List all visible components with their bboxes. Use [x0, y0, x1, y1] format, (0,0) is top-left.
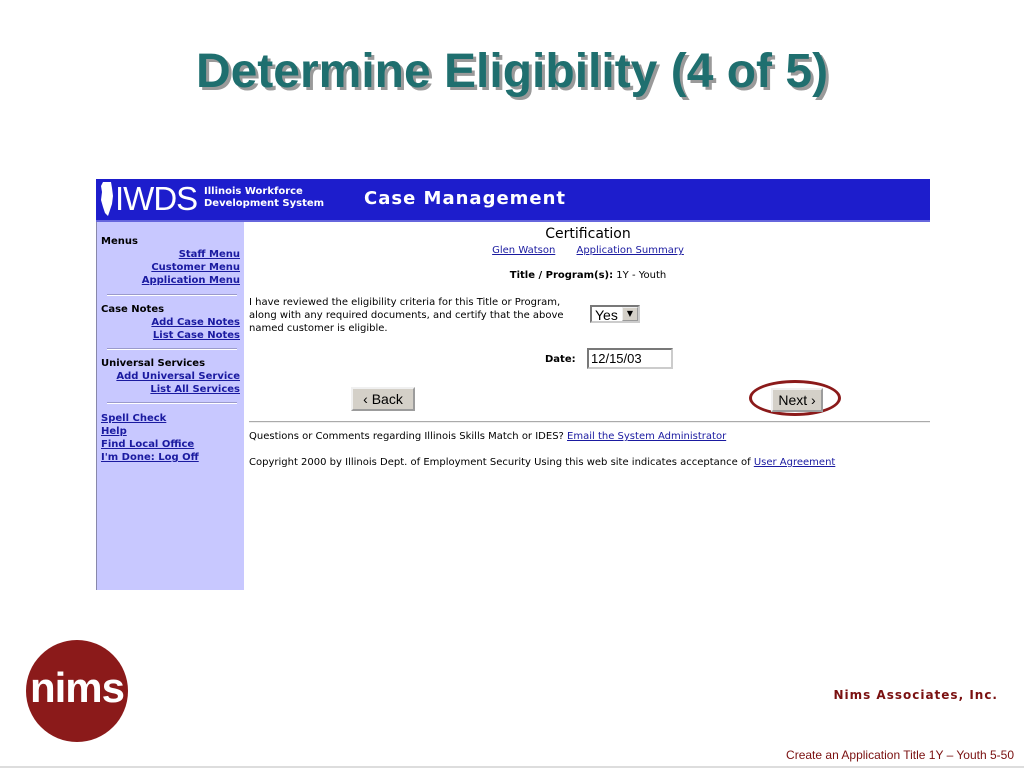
date-input[interactable]: 12/15/03	[587, 348, 673, 369]
program-value: 1Y - Youth	[616, 270, 667, 281]
case-management-heading: Case Management	[364, 188, 567, 209]
chevron-down-icon[interactable]: ▼	[622, 307, 638, 321]
nims-logo-text: nims	[29, 664, 125, 711]
illinois-state-icon	[101, 182, 113, 216]
sidebar-add-case-notes-link[interactable]: Add Case Notes	[151, 317, 240, 328]
sidebar-spell-check-link[interactable]: Spell Check	[101, 413, 166, 424]
certification-statement: I have reviewed the eligibility criteria…	[249, 297, 564, 334]
certify-select[interactable]: Yes ▼	[590, 305, 640, 323]
slide-title: Determine Eligibility (4 of 5)	[195, 45, 829, 98]
slide-footer-caption: Create an Application Title 1Y – Youth 5…	[786, 748, 1014, 762]
company-name: Nims Associates, Inc.	[833, 688, 998, 702]
questions-line: Questions or Comments regarding Illinois…	[249, 431, 726, 442]
sidebar-universal-services-heading: Universal Services	[101, 358, 206, 369]
sidebar-find-local-office-link[interactable]: Find Local Office	[101, 439, 194, 450]
sidebar-menus-heading: Menus	[101, 236, 138, 247]
content-divider	[249, 421, 930, 423]
application-summary-link[interactable]: Application Summary	[576, 245, 683, 256]
program-label: Title / Program(s):	[509, 270, 614, 281]
customer-name-link[interactable]: Glen Watson	[492, 245, 555, 256]
next-button[interactable]: Next ›	[771, 388, 823, 412]
sidebar: Menus Staff Menu Customer Menu Applicati…	[96, 222, 244, 590]
customer-links: Glen Watson Application Summary	[243, 245, 933, 256]
nims-logo: nims	[26, 640, 128, 742]
app-screenshot: IWDS Illinois Workforce Development Syst…	[96, 179, 930, 590]
sidebar-divider	[107, 402, 237, 404]
sidebar-divider	[107, 294, 237, 296]
sidebar-help-link[interactable]: Help	[101, 426, 127, 437]
sidebar-log-off-link[interactable]: I'm Done: Log Off	[101, 452, 199, 463]
system-name: Illinois Workforce Development System	[204, 186, 325, 209]
email-admin-link[interactable]: Email the System Administrator	[567, 431, 726, 442]
sidebar-add-universal-service-link[interactable]: Add Universal Service	[116, 371, 240, 382]
app-banner: IWDS Illinois Workforce Development Syst…	[96, 179, 930, 222]
date-label: Date:	[545, 354, 576, 365]
sidebar-list-all-services-link[interactable]: List All Services	[150, 384, 240, 395]
questions-text: Questions or Comments regarding Illinois…	[249, 431, 564, 442]
sidebar-list-case-notes-link[interactable]: List Case Notes	[153, 330, 240, 341]
copyright-text: Copyright 2000 by Illinois Dept. of Empl…	[249, 457, 751, 468]
sidebar-application-menu-link[interactable]: Application Menu	[142, 275, 240, 286]
program-line: Title / Program(s): 1Y - Youth	[243, 270, 933, 281]
main-content: Certification Glen Watson Application Su…	[243, 222, 930, 590]
certify-select-value: Yes	[595, 307, 618, 323]
sidebar-case-notes-heading: Case Notes	[101, 304, 165, 315]
page-title: Certification	[545, 226, 631, 242]
sidebar-divider	[107, 348, 237, 350]
user-agreement-link[interactable]: User Agreement	[754, 457, 836, 468]
copyright-line: Copyright 2000 by Illinois Dept. of Empl…	[249, 457, 835, 468]
back-button[interactable]: ‹ Back	[351, 387, 415, 411]
sidebar-customer-menu-link[interactable]: Customer Menu	[151, 262, 240, 273]
sidebar-staff-menu-link[interactable]: Staff Menu	[179, 249, 240, 260]
iwds-logo: IWDS	[115, 180, 198, 217]
